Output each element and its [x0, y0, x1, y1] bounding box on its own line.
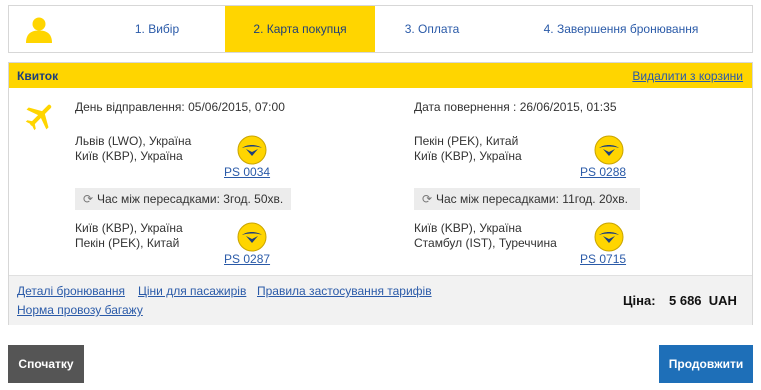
- airplane-icon: [25, 104, 52, 131]
- remove-from-cart-link[interactable]: Видалити з корзини: [632, 69, 743, 83]
- step-customer-card[interactable]: 2. Карта покупця: [225, 6, 375, 52]
- departure-seg2-from: Київ (KBP), Україна: [75, 221, 183, 235]
- departure-transfer-box: ⟳ Час між пересадками: 3год. 50хв.: [75, 188, 291, 210]
- departure-date-label: День відправлення:: [75, 100, 185, 114]
- flight-link-ps0288[interactable]: PS 0288: [580, 165, 626, 179]
- flight-link-ps0287[interactable]: PS 0287: [224, 252, 270, 266]
- departure-seg2-to: Пекін (PEK), Китай: [75, 236, 180, 250]
- departure-seg1-to: Київ (KBP), Україна: [75, 149, 183, 163]
- price-label: Ціна:: [623, 293, 656, 308]
- return-date-row: Дата повернення : 26/06/2015, 01:35: [414, 100, 617, 114]
- return-date-label: Дата повернення :: [414, 100, 517, 114]
- airline-logo-icon: [594, 222, 624, 252]
- fare-rules-link[interactable]: Правила застосування тарифів: [257, 284, 432, 298]
- booking-details-link[interactable]: Деталі бронювання: [17, 284, 125, 298]
- airline-logo-icon: [594, 135, 624, 165]
- flight-link-ps0715[interactable]: PS 0715: [580, 252, 626, 266]
- return-seg1-from: Пекін (PEK), Китай: [414, 134, 519, 148]
- step-booking-completion[interactable]: 4. Завершення бронювання: [489, 6, 753, 52]
- departure-date-row: День відправлення: 05/06/2015, 07:00: [75, 100, 285, 114]
- ticket-header: Квиток Видалити з корзини: [9, 63, 752, 88]
- user-icon: [26, 17, 52, 43]
- return-transfer-value: 11год. 20хв.: [562, 192, 629, 206]
- return-date-value: 26/06/2015, 01:35: [519, 100, 617, 114]
- ticket-panel: Квиток Видалити з корзини День відправле…: [8, 62, 753, 325]
- cycle-icon: ⟳: [82, 192, 94, 206]
- departure-seg1-from: Львів (LWO), Україна: [75, 134, 192, 148]
- step-payment[interactable]: 3. Оплата: [375, 6, 489, 52]
- continue-button[interactable]: Продовжити: [659, 345, 753, 383]
- return-transfer-label: Час між пересадками:: [436, 192, 559, 206]
- cycle-icon: ⟳: [421, 192, 433, 206]
- baggage-allowance-link[interactable]: Норма провозу багажу: [17, 303, 143, 317]
- airline-logo-icon: [237, 135, 267, 165]
- departure-transfer-value: 3год. 50хв.: [223, 192, 284, 206]
- return-seg1-to: Київ (KBP), Україна: [414, 149, 522, 163]
- passenger-prices-link[interactable]: Ціни для пасажирів: [138, 284, 246, 298]
- flight-link-ps0034[interactable]: PS 0034: [224, 165, 270, 179]
- ticket-footer: Деталі бронювання Ціни для пасажирів Пра…: [9, 275, 752, 325]
- ticket-title: Квиток: [17, 69, 59, 83]
- departure-date-value: 05/06/2015, 07:00: [188, 100, 285, 114]
- step-selection[interactable]: 1. Вибір: [89, 6, 225, 52]
- price-value: 5 686 UAH: [669, 293, 737, 308]
- start-over-button[interactable]: Спочатку: [8, 345, 84, 383]
- return-seg2-from: Київ (KBP), Україна: [414, 221, 522, 235]
- booking-steps: 1. Вибір 2. Карта покупця 3. Оплата 4. З…: [8, 5, 753, 53]
- airline-logo-icon: [237, 222, 267, 252]
- return-transfer-box: ⟳ Час між пересадками: 11год. 20хв.: [414, 188, 640, 210]
- departure-transfer-label: Час між пересадками:: [97, 192, 220, 206]
- return-seg2-to: Стамбул (IST), Туреччина: [414, 236, 557, 250]
